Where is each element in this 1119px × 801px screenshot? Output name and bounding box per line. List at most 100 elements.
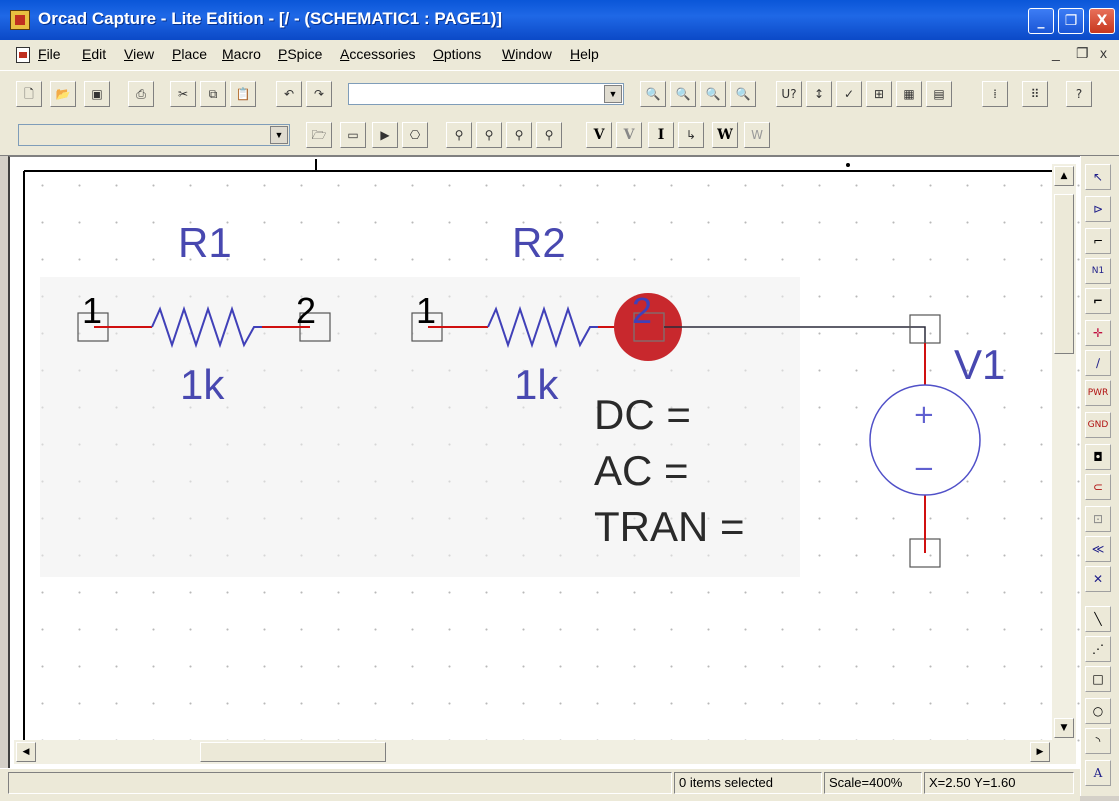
menu-accessories[interactable]: Accessories bbox=[340, 46, 415, 62]
maximize-button[interactable]: ❐ bbox=[1058, 8, 1084, 34]
cross-reference-icon[interactable]: ▦ bbox=[896, 81, 922, 107]
r2-ref-label: R2 bbox=[512, 219, 566, 266]
open-folder-icon[interactable]: 📂 bbox=[50, 81, 76, 107]
menu-pspice[interactable]: PSpice bbox=[278, 46, 322, 62]
mdi-restore-button[interactable]: ❐ bbox=[1076, 45, 1089, 62]
ac-property-label: AC = bbox=[594, 447, 689, 494]
annotate-icon[interactable]: U? bbox=[776, 81, 802, 107]
place-rectangle-icon[interactable]: □ bbox=[1085, 666, 1111, 692]
v1-minus-sign: − bbox=[913, 454, 935, 484]
chevron-down-icon[interactable]: ▼ bbox=[604, 85, 622, 103]
scroll-down-button[interactable]: ▼ bbox=[1054, 718, 1074, 738]
project-manager-icon[interactable]: ⠿ bbox=[1022, 81, 1048, 107]
menu-file[interactable]: File bbox=[38, 46, 61, 62]
print-icon[interactable]: ⎙ bbox=[128, 81, 154, 107]
ground-icon[interactable]: GND bbox=[1085, 412, 1111, 438]
back-annotate-icon[interactable]: ↕ bbox=[806, 81, 832, 107]
part-search-combo[interactable]: ▼ bbox=[348, 83, 624, 105]
view-simulation-results-icon[interactable]: ⎔ bbox=[402, 122, 428, 148]
menu-window[interactable]: Window bbox=[502, 46, 552, 62]
select-arrow-icon[interactable]: ↖ bbox=[1085, 164, 1111, 190]
help-icon[interactable]: ? bbox=[1066, 81, 1092, 107]
menu-help[interactable]: Help bbox=[570, 46, 599, 62]
minimize-button[interactable]: _ bbox=[1028, 8, 1054, 34]
menu-view[interactable]: View bbox=[124, 46, 154, 62]
copy-icon[interactable]: ⧉ bbox=[200, 81, 226, 107]
drc-icon[interactable]: ✓ bbox=[836, 81, 862, 107]
place-arc-icon[interactable]: ◝ bbox=[1085, 728, 1111, 754]
vertical-scroll-thumb[interactable] bbox=[1054, 194, 1074, 354]
power-marker-button[interactable]: W bbox=[712, 122, 738, 148]
menu-options[interactable]: Options bbox=[433, 46, 481, 62]
vertical-scrollbar[interactable]: ▲ ▼ bbox=[1052, 164, 1076, 764]
place-polyline-icon[interactable]: ⋰ bbox=[1085, 636, 1111, 662]
marker-icon[interactable]: ⚲ bbox=[446, 122, 472, 148]
no-connect-icon[interactable]: ✕ bbox=[1085, 566, 1111, 592]
main-toolbar: 🗋 📂 ▣ ⎙ ✂ ⧉ 📋 ↶ ↷ ▼ 🔍 🔍 🔍 🔍 U? ↕ ✓ ⊞ ▦ ▤… bbox=[0, 70, 1119, 114]
schematic-canvas[interactable]: R1 1k 1 2 R2 1k 1 2 + − V1 DC = AC = TRA… bbox=[8, 156, 1080, 768]
simulation-profile-combo[interactable]: ▼ bbox=[18, 124, 290, 146]
schematic-svg: R1 1k 1 2 R2 1k 1 2 + − V1 DC = AC = TRA… bbox=[23, 159, 1060, 757]
advanced-markers-icon[interactable]: ⚲ bbox=[476, 122, 502, 148]
redo-icon[interactable]: ↷ bbox=[306, 81, 332, 107]
r1-value-label: 1k bbox=[180, 361, 225, 408]
snap-to-grid-icon[interactable]: ⁞ bbox=[982, 81, 1008, 107]
menu-edit[interactable]: Edit bbox=[82, 46, 106, 62]
scroll-left-button[interactable]: ◀ bbox=[16, 742, 36, 762]
off-page-connector-icon[interactable]: ≪ bbox=[1085, 536, 1111, 562]
horizontal-scroll-thumb[interactable] bbox=[200, 742, 386, 762]
place-line-icon[interactable]: ╲ bbox=[1085, 606, 1111, 632]
document-icon[interactable] bbox=[16, 47, 30, 63]
zoom-area-icon[interactable]: 🔍 bbox=[700, 81, 726, 107]
hierarchical-block-icon[interactable]: ◘ bbox=[1085, 444, 1111, 470]
r1-pin2-number: 2 bbox=[296, 290, 316, 331]
paste-icon[interactable]: 📋 bbox=[230, 81, 256, 107]
bill-of-materials-icon[interactable]: ▤ bbox=[926, 81, 952, 107]
net-alias-icon[interactable]: N1 bbox=[1085, 258, 1111, 284]
scroll-up-button[interactable]: ▲ bbox=[1054, 166, 1074, 186]
orcad-app-icon[interactable] bbox=[10, 10, 30, 30]
horizontal-scrollbar[interactable]: ◀ ▶ bbox=[14, 740, 1054, 764]
close-button[interactable]: X bbox=[1089, 8, 1115, 34]
zoom-in-icon[interactable]: 🔍 bbox=[640, 81, 666, 107]
status-message-pane bbox=[8, 772, 672, 794]
zoom-all-icon[interactable]: 🔍 bbox=[730, 81, 756, 107]
power-marker-icon[interactable]: ⚲ bbox=[536, 122, 562, 148]
menu-macro[interactable]: Macro bbox=[222, 46, 261, 62]
hierarchical-port-icon[interactable]: ⊂ bbox=[1085, 474, 1111, 500]
mdi-minimize-button[interactable]: _ bbox=[1052, 45, 1060, 61]
voltage-source-v1[interactable]: + − V1 bbox=[869, 314, 1005, 568]
chevron-down-icon[interactable]: ▼ bbox=[270, 126, 288, 144]
netlist-icon[interactable]: ⊞ bbox=[866, 81, 892, 107]
voltage-differential-marker-button[interactable]: V bbox=[616, 122, 642, 148]
new-file-icon[interactable]: 🗋 bbox=[16, 81, 42, 107]
pspice-toolbar: ▼ 🗁 ▭ ▶ ⎔ ⚲ ⚲ ⚲ ⚲ V V I ↳ W W bbox=[0, 114, 1119, 156]
new-simulation-profile-icon[interactable]: 🗁 bbox=[306, 122, 332, 148]
place-ellipse-icon[interactable]: ○ bbox=[1085, 698, 1111, 724]
place-text-icon[interactable]: A bbox=[1085, 760, 1111, 786]
current-marker-button[interactable]: I bbox=[648, 122, 674, 148]
place-bus-icon[interactable]: ⌐ bbox=[1085, 288, 1111, 314]
cut-icon[interactable]: ✂ bbox=[170, 81, 196, 107]
junction-icon[interactable]: ✛ bbox=[1085, 320, 1111, 346]
power-dissipation-icon[interactable]: W bbox=[744, 122, 770, 148]
r1-ref-label: R1 bbox=[178, 219, 232, 266]
undo-icon[interactable]: ↶ bbox=[276, 81, 302, 107]
scroll-right-button[interactable]: ▶ bbox=[1030, 742, 1050, 762]
save-icon[interactable]: ▣ bbox=[84, 81, 110, 107]
zoom-scale: Scale=400% bbox=[824, 772, 922, 794]
current-marker-icon[interactable]: ⚲ bbox=[506, 122, 532, 148]
place-part-icon[interactable]: ⊳ bbox=[1085, 196, 1111, 222]
bus-entry-icon[interactable]: ∕ bbox=[1085, 350, 1111, 376]
power-icon[interactable]: PWR bbox=[1085, 380, 1111, 406]
run-simulation-icon[interactable]: ▶ bbox=[372, 122, 398, 148]
current-into-pin-icon[interactable]: ↳ bbox=[678, 122, 704, 148]
hierarchical-pin-icon[interactable]: ⊡ bbox=[1085, 506, 1111, 532]
zoom-out-icon[interactable]: 🔍 bbox=[670, 81, 696, 107]
voltage-marker-button[interactable]: V bbox=[586, 122, 612, 148]
mdi-close-button[interactable]: x bbox=[1100, 45, 1107, 61]
menu-place[interactable]: Place bbox=[172, 46, 207, 62]
selection-count: 0 items selected bbox=[674, 772, 822, 794]
edit-simulation-settings-icon[interactable]: ▭ bbox=[340, 122, 366, 148]
place-wire-icon[interactable]: ⌐ bbox=[1085, 228, 1111, 254]
